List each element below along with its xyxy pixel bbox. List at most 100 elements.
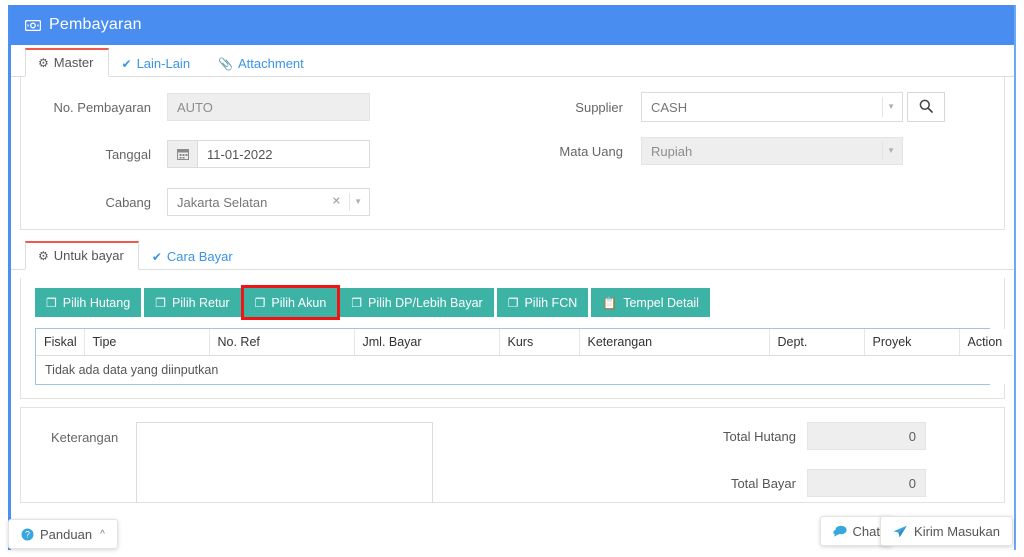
tab-cara-bayar-label: Cara Bayar: [166, 249, 233, 264]
tempel-detail-button[interactable]: 📋 Tempel Detail: [591, 288, 710, 317]
total-hutang-value: 0: [807, 422, 926, 450]
cabang-select[interactable]: Jakarta Selatan ✕ ▼: [167, 188, 370, 216]
pilih-dp-lebih-bayar-button[interactable]: ❐ Pilih DP/Lebih Bayar: [340, 288, 494, 317]
column-header-tipe[interactable]: Tipe: [84, 329, 210, 356]
pilih-hutang-label: Pilih Hutang: [62, 295, 131, 310]
select-divider: [349, 193, 350, 211]
chat-label: Chat: [852, 523, 880, 539]
total-bayar-value: 0: [807, 469, 926, 497]
select-divider: [882, 97, 883, 117]
keterangan-label: Keterangan: [51, 430, 119, 445]
pilih-hutang-button[interactable]: ❐ Pilih Hutang: [35, 288, 142, 317]
tab-cara-bayar[interactable]: ✔ Cara Bayar: [139, 243, 248, 270]
field-supplier: Supplier CASH ▼: [533, 92, 945, 122]
times-icon[interactable]: ✕: [332, 196, 341, 208]
field-cabang: Cabang Jakarta Selatan ✕ ▼: [39, 188, 370, 216]
copy-icon: ❐: [254, 295, 266, 310]
paste-icon: 📋: [602, 295, 618, 310]
total-hutang-row: Total Hutang 0: [688, 422, 926, 450]
search-icon: [919, 99, 933, 116]
copy-icon: ❐: [46, 295, 57, 310]
column-header-proyek[interactable]: Proyek: [864, 329, 960, 356]
total-bayar-row: Total Bayar 0: [688, 469, 926, 497]
mata-uang-label: Mata Uang: [559, 143, 623, 159]
tab-untuk-bayar-label: Untuk bayar: [53, 248, 124, 263]
keterangan-textarea[interactable]: [136, 422, 433, 502]
supplier-select[interactable]: CASH ▼: [641, 92, 903, 122]
no-pembayaran-input: AUTO: [167, 93, 370, 121]
copy-icon: ❐: [351, 295, 363, 310]
chevron-up-icon: ^: [100, 528, 105, 540]
pilih-fcn-label: Pilih FCN: [524, 295, 578, 310]
cogs-icon: ⚙: [38, 248, 49, 263]
supplier-search-button[interactable]: [907, 92, 945, 122]
tab-attachment-label: Attachment: [238, 56, 304, 71]
calendar-icon[interactable]: [167, 140, 197, 168]
copy-icon: ❐: [155, 295, 166, 310]
tanggal-input-group[interactable]: 11-01-2022: [167, 140, 370, 168]
tab-lain-lain[interactable]: ✔ Lain-Lain: [109, 50, 206, 77]
detail-table: Fiskal Tipe No. Ref Jml. Bayar Kurs Kete…: [36, 329, 1013, 384]
no-pembayaran-label: No. Pembayaran: [53, 99, 151, 115]
paperclip-icon: 📎: [218, 56, 234, 71]
cabang-value: Jakarta Selatan: [177, 194, 268, 210]
paper-plane-icon: [893, 525, 908, 538]
tab-attachment[interactable]: 📎 Attachment: [205, 50, 319, 77]
table-body: Tidak ada data yang diinputkan: [36, 355, 1013, 384]
column-header-kurs[interactable]: Kurs: [499, 329, 580, 356]
cogs-icon: ⚙: [38, 55, 49, 70]
field-no-pembayaran: No. Pembayaran AUTO: [39, 93, 370, 121]
pilih-akun-button[interactable]: ❐ Pilih Akun: [240, 285, 341, 320]
column-header-jml-bayar[interactable]: Jml. Bayar: [354, 329, 500, 356]
money-bill-icon: [25, 19, 41, 31]
caret-down-icon[interactable]: ▼: [887, 103, 895, 111]
pilih-fcn-button[interactable]: ❐ Pilih FCN: [496, 288, 589, 317]
column-header-action[interactable]: Action: [959, 329, 1013, 356]
pilih-akun-label: Pilih Akun: [271, 295, 327, 310]
column-header-dept[interactable]: Dept.: [769, 329, 865, 356]
column-header-keterangan[interactable]: Keterangan: [579, 329, 770, 356]
tab-lain-lain-label: Lain-Lain: [136, 56, 191, 71]
kirim-masukan-button[interactable]: Kirim Masukan: [880, 516, 1013, 546]
question-circle-icon: ?: [21, 528, 34, 541]
empty-message: Tidak ada data yang diinputkan: [36, 355, 1013, 384]
field-tanggal: Tanggal 11-01-2022: [39, 140, 370, 168]
tanggal-input[interactable]: 11-01-2022: [197, 140, 370, 168]
total-hutang-label: Total Hutang: [723, 428, 796, 444]
detail-tabstrip: ⚙ Untuk bayar ✔ Cara Bayar: [11, 238, 1014, 270]
detail-panel: ❐ Pilih Hutang ❐ Pilih Retur ❐ Pilih Aku…: [20, 278, 1013, 399]
tab-master-label: Master: [53, 55, 94, 70]
table-header-row: Fiskal Tipe No. Ref Jml. Bayar Kurs Kete…: [36, 329, 1013, 356]
comment-icon: [832, 525, 847, 537]
window-titlebar: Pembayaran: [11, 5, 1014, 45]
caret-down-icon[interactable]: ▼: [887, 147, 895, 155]
check-circle-icon: ✔: [121, 56, 132, 71]
field-mata-uang: Mata Uang Rupiah ▼: [533, 137, 903, 165]
copy-icon: ❐: [507, 295, 519, 310]
table-empty-row: Tidak ada data yang diinputkan: [36, 355, 1013, 384]
tempel-detail-label: Tempel Detail: [623, 295, 699, 310]
kirim-masukan-label: Kirim Masukan: [914, 523, 1000, 539]
pilih-retur-label: Pilih Retur: [171, 295, 230, 310]
master-tabstrip: ⚙ Master ✔ Lain-Lain 📎 Attachment: [11, 45, 1014, 77]
pilih-retur-button[interactable]: ❐ Pilih Retur: [144, 288, 241, 317]
tab-master[interactable]: ⚙ Master: [25, 48, 109, 77]
cabang-label: Cabang: [105, 194, 151, 210]
panduan-label: Panduan: [40, 526, 93, 542]
pilih-dp-lebih-bayar-label: Pilih DP/Lebih Bayar: [368, 295, 483, 310]
panduan-button[interactable]: ? Panduan ^: [8, 519, 118, 549]
check-circle-icon: ✔: [151, 249, 162, 264]
caret-down-icon[interactable]: ▼: [354, 198, 362, 206]
tanggal-label: Tanggal: [105, 146, 151, 162]
footer-panel: Keterangan Total Hutang 0 Total Bayar 0: [20, 407, 1005, 503]
select-divider: [882, 142, 883, 160]
detail-grid: Fiskal Tipe No. Ref Jml. Bayar Kurs Kete…: [35, 328, 1013, 385]
column-header-fiskal[interactable]: Fiskal: [36, 329, 85, 356]
mata-uang-value: Rupiah: [651, 143, 693, 159]
master-panel: No. Pembayaran AUTO Tanggal 11-01-2022 C…: [20, 77, 1005, 230]
mata-uang-select[interactable]: Rupiah ▼: [641, 137, 903, 165]
page-title: Pembayaran: [49, 16, 142, 33]
column-header-no-ref[interactable]: No. Ref: [209, 329, 355, 356]
total-bayar-label: Total Bayar: [730, 475, 796, 491]
tab-untuk-bayar[interactable]: ⚙ Untuk bayar: [25, 241, 139, 270]
